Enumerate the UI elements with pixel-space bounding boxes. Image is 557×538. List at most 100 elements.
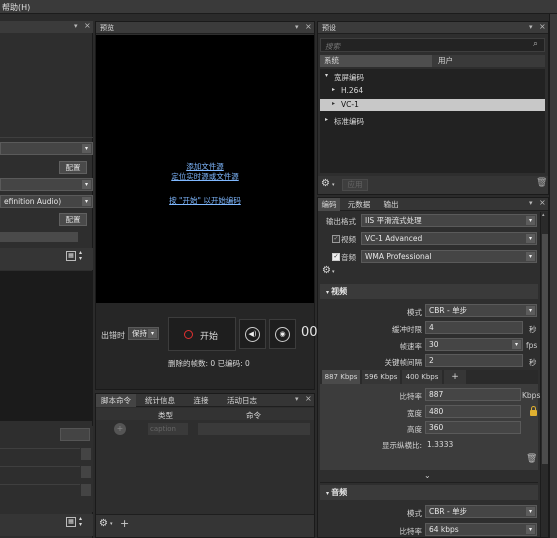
- locate-source-link[interactable]: 定位实时源或文件源: [96, 171, 314, 182]
- tab-bitrate-887[interactable]: 887 Kbps: [322, 370, 360, 384]
- expand-icon[interactable]: ▸: [332, 100, 335, 107]
- expand-icon[interactable]: ▾: [325, 72, 328, 79]
- start-button[interactable]: 开始: [168, 317, 236, 351]
- pin-icon[interactable]: ▾: [529, 199, 533, 207]
- expand-more-icon[interactable]: ⌄: [424, 471, 431, 480]
- gear-icon[interactable]: ⚙: [322, 265, 331, 276]
- audio-bitrate-select[interactable]: 64 kbps ▾: [425, 523, 537, 536]
- tab-bitrate-400[interactable]: 400 Kbps: [402, 370, 442, 384]
- height-input[interactable]: 360: [425, 421, 521, 434]
- close-icon[interactable]: ×: [305, 394, 312, 403]
- search-icon[interactable]: ⌕: [533, 39, 538, 49]
- row-type-value[interactable]: caption: [148, 423, 188, 435]
- bitrate-unit: Kbps: [522, 391, 541, 400]
- tab-activity-log[interactable]: 活动日志: [220, 394, 264, 407]
- audio-codec-select[interactable]: WMA Professional ▾: [361, 250, 537, 263]
- config-button-1[interactable]: 配置: [59, 161, 87, 174]
- audio-mode-select[interactable]: CBR - 单步 ▾: [425, 505, 537, 518]
- audio-section-header[interactable]: ▾ 音频: [320, 485, 538, 500]
- grid-icon[interactable]: ▦: [66, 251, 76, 261]
- tab-metadata[interactable]: 元数据: [342, 198, 376, 211]
- preset-search-input[interactable]: 搜索 ⌕: [320, 38, 545, 52]
- preview-toggle-button[interactable]: ◉: [269, 319, 296, 349]
- width-input[interactable]: 480: [425, 405, 521, 418]
- video-codec-select[interactable]: VC-1 Advanced ▾: [361, 232, 537, 245]
- close-icon[interactable]: ×: [539, 22, 546, 31]
- video-section-header[interactable]: ▾ 视频: [320, 284, 538, 299]
- height-label: 高度: [407, 425, 422, 434]
- aspect-ratio-label: 显示纵横比:: [381, 441, 422, 450]
- press-start-link[interactable]: 按 "开始" 以开始编码: [96, 195, 314, 206]
- trash-icon[interactable]: 🗑: [526, 454, 537, 464]
- window-right-edge: [549, 14, 557, 538]
- bitrate-input[interactable]: 887: [425, 388, 521, 401]
- expand-icon[interactable]: ▸: [325, 116, 328, 123]
- add-icon[interactable]: +: [120, 517, 129, 530]
- menu-help[interactable]: 帮助(H): [2, 2, 30, 13]
- left-list-area: [0, 271, 93, 421]
- table-row[interactable]: + caption: [96, 421, 314, 437]
- tree-node-vc1[interactable]: ▸ VC-1: [320, 99, 545, 111]
- scrollbar-thumb[interactable]: [542, 234, 548, 464]
- tab-encode[interactable]: 编码: [318, 198, 340, 211]
- encode-scrollbar[interactable]: ▴: [540, 212, 548, 537]
- audio-bitrate-label: 比特率: [399, 527, 423, 536]
- config-button-2[interactable]: 配置: [59, 213, 87, 226]
- output-format-label: 输出格式: [326, 217, 356, 226]
- trash-icon[interactable]: 🗑: [536, 178, 547, 188]
- gear-icon[interactable]: ⚙: [321, 178, 330, 189]
- tab-script-commands[interactable]: 脚本命令: [96, 394, 136, 407]
- on-error-select[interactable]: 保持 ▾: [128, 327, 159, 340]
- tab-system[interactable]: 系统: [320, 55, 432, 67]
- tab-statistics[interactable]: 统计信息: [138, 394, 182, 407]
- tab-user[interactable]: 用户: [434, 55, 545, 67]
- presets-panel: 预设 ▾ × 搜索 ⌕ 系统 用户 ▾ 宽屏编码 ▸ H.264 ▸ VC-1 …: [317, 21, 549, 195]
- pin-icon[interactable]: ▾: [295, 395, 299, 403]
- pin-icon[interactable]: ▾: [529, 23, 533, 31]
- chevron-down-icon: ▾: [148, 329, 157, 338]
- audio-monitor-button[interactable]: ◀): [239, 319, 266, 349]
- spin-icon[interactable]: ▴ ▾: [79, 516, 82, 528]
- tab-connections[interactable]: 连接: [184, 394, 218, 407]
- left-combo-2[interactable]: ▾: [0, 178, 93, 191]
- grid-icon[interactable]: ▦: [66, 517, 76, 527]
- close-icon[interactable]: ×: [305, 22, 312, 31]
- close-icon[interactable]: ×: [539, 198, 546, 207]
- tree-node-h264[interactable]: ▸ H.264: [320, 85, 545, 97]
- left-combo-1[interactable]: ▾: [0, 142, 93, 155]
- start-label: 开始: [200, 332, 219, 342]
- video-checkbox[interactable]: ✓: [332, 235, 340, 243]
- tab-bitrate-596[interactable]: 596 Kbps: [362, 370, 400, 384]
- add-row-icon[interactable]: +: [114, 423, 126, 435]
- command-table-header: 类型 命令: [96, 408, 314, 420]
- chevron-down-icon: ▾: [82, 144, 91, 153]
- buffer-input[interactable]: 4: [425, 321, 523, 334]
- tree-node-widescreen[interactable]: ▾ 宽屏编码: [320, 71, 545, 83]
- left-combo-3[interactable]: efinition Audio) ▾: [0, 195, 93, 208]
- framerate-select[interactable]: 30 ▾: [425, 338, 523, 351]
- close-icon[interactable]: ×: [84, 21, 91, 30]
- pin-icon[interactable]: ▾: [74, 22, 78, 30]
- tab-output[interactable]: 输出: [378, 198, 404, 211]
- framerate-label: 帧速率: [399, 342, 423, 351]
- framerate-unit: fps: [526, 341, 538, 350]
- apply-button[interactable]: 应用: [342, 179, 368, 191]
- mode-select[interactable]: CBR - 单步 ▾: [425, 304, 537, 317]
- menu-bar: 帮助(H): [0, 0, 557, 14]
- spin-icon[interactable]: ▴ ▾: [79, 250, 82, 262]
- audio-checkbox[interactable]: ✓: [332, 253, 340, 261]
- speaker-icon: ◀): [245, 327, 260, 342]
- output-format-select[interactable]: IIS 平滑流式处理 ▾: [361, 214, 537, 227]
- gear-icon[interactable]: ⚙: [99, 518, 108, 529]
- chevron-down-icon: ▾: [526, 216, 535, 225]
- expand-icon[interactable]: ▸: [332, 86, 335, 93]
- presets-title: 预设: [322, 24, 336, 32]
- row-command-value[interactable]: [198, 423, 310, 435]
- add-bitrate-button[interactable]: +: [444, 370, 466, 384]
- chevron-down-icon: ▾: [82, 180, 91, 189]
- chevron-down-icon: ▾: [526, 234, 535, 243]
- pin-icon[interactable]: ▾: [295, 23, 299, 31]
- keyframe-input[interactable]: 2: [425, 354, 523, 367]
- tree-node-standard[interactable]: ▸ 标准编码: [320, 115, 545, 127]
- encode-tabs: 编码 元数据 输出 ▾ ×: [318, 198, 548, 211]
